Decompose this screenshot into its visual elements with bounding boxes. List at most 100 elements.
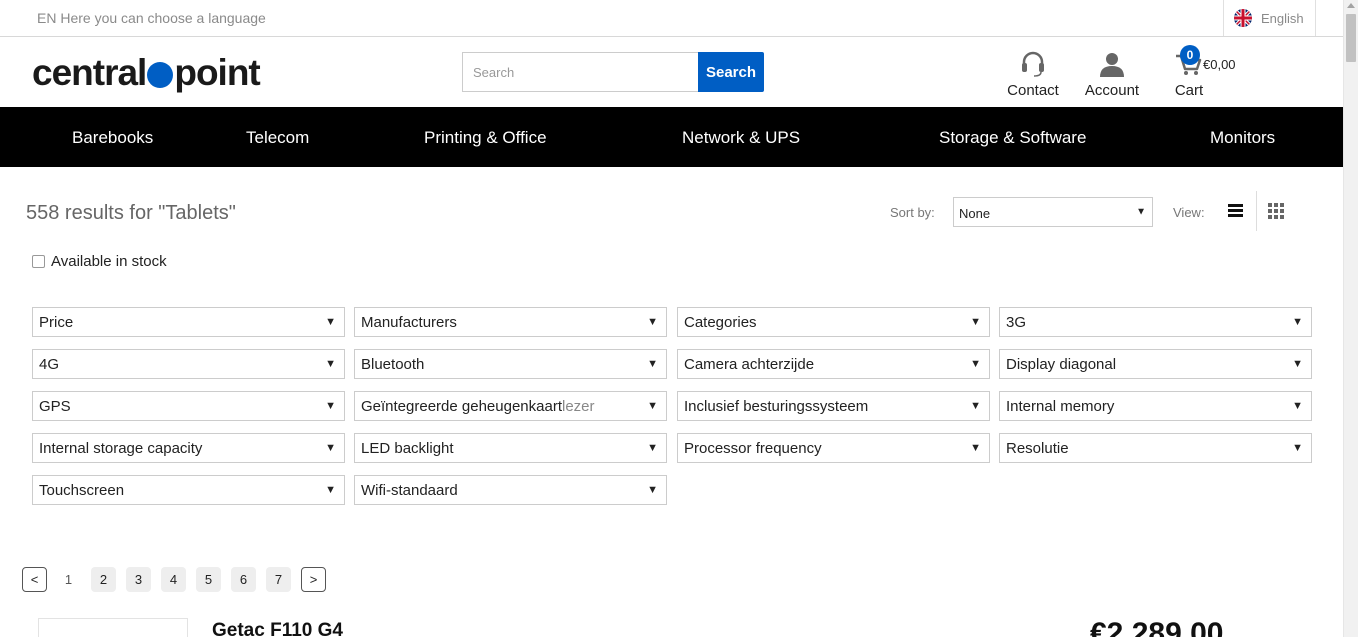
filter-geheugenkaartlezer[interactable]: Geïntegreerde geheugenkaartlezer ▼ xyxy=(354,391,667,421)
results-title: 558 results for "Tablets" xyxy=(26,202,236,224)
pagination-page[interactable]: 4 xyxy=(161,567,186,592)
filter-camera-achterzijde[interactable]: Camera achterzijde ▼ xyxy=(677,349,990,379)
pagination-page[interactable]: 5 xyxy=(196,567,221,592)
contact-link[interactable]: Contact xyxy=(1005,50,1061,99)
nav-item-monitors[interactable]: Monitors xyxy=(1210,128,1275,148)
grid-view-icon[interactable] xyxy=(1268,203,1284,219)
sort-select[interactable]: None ▼ xyxy=(953,197,1153,227)
chevron-down-icon: ▼ xyxy=(970,358,981,370)
nav-item-network-ups[interactable]: Network & UPS xyxy=(682,128,800,148)
filter-touchscreen[interactable]: Touchscreen ▼ xyxy=(32,475,345,505)
main-nav: Barebooks Telecom Printing & Office Netw… xyxy=(0,107,1343,167)
account-label: Account xyxy=(1084,82,1140,99)
chevron-down-icon: ▼ xyxy=(1292,400,1303,412)
filter-label: Resolutie xyxy=(1006,440,1069,457)
nav-item-storage-software[interactable]: Storage & Software xyxy=(939,128,1086,148)
chevron-down-icon: ▼ xyxy=(325,484,336,496)
filter-3g[interactable]: 3G ▼ xyxy=(999,307,1312,337)
filter-label: 4G xyxy=(39,356,60,373)
product-image[interactable] xyxy=(38,618,188,637)
available-in-stock-filter[interactable]: Available in stock xyxy=(32,253,167,270)
filter-label-faded: lezer xyxy=(561,398,595,415)
filter-inclusief-besturingssysteem[interactable]: Inclusief besturingssysteem ▼ xyxy=(677,391,990,421)
filter-price[interactable]: Price ▼ xyxy=(32,307,345,337)
search-button[interactable]: Search xyxy=(698,52,764,92)
page: EN Here you can choose a language Englis… xyxy=(0,0,1343,637)
filter-label: Manufacturers xyxy=(361,314,457,331)
filter-manufacturers[interactable]: Manufacturers ▼ xyxy=(354,307,667,337)
language-prompt: EN Here you can choose a language xyxy=(37,10,266,26)
pagination-page[interactable]: 7 xyxy=(266,567,291,592)
chevron-down-icon: ▼ xyxy=(970,400,981,412)
logo-text-left: central xyxy=(32,52,147,93)
filter-display-diagonal[interactable]: Display diagonal ▼ xyxy=(999,349,1312,379)
filter-label: LED backlight xyxy=(361,440,454,457)
chevron-down-icon: ▼ xyxy=(647,358,658,370)
chevron-down-icon: ▼ xyxy=(1292,358,1303,370)
view-label: View: xyxy=(1173,205,1205,220)
filter-led-backlight[interactable]: LED backlight ▼ xyxy=(354,433,667,463)
filter-label: Camera achterzijde xyxy=(684,356,815,373)
chevron-down-icon: ▼ xyxy=(325,442,336,454)
filter-resolutie[interactable]: Resolutie ▼ xyxy=(999,433,1312,463)
filter-processor-frequency[interactable]: Processor frequency ▼ xyxy=(677,433,990,463)
chevron-down-icon: ▼ xyxy=(1292,316,1303,328)
chevron-down-icon: ▼ xyxy=(1292,442,1303,454)
user-icon xyxy=(1100,53,1124,77)
filter-wifi-standaard[interactable]: Wifi-standaard ▼ xyxy=(354,475,667,505)
chevron-down-icon: ▼ xyxy=(325,400,336,412)
pagination-page[interactable]: 6 xyxy=(231,567,256,592)
list-view-icon[interactable] xyxy=(1228,203,1243,218)
stock-checkbox[interactable] xyxy=(32,255,45,268)
chevron-down-icon: ▼ xyxy=(970,316,981,328)
stock-label: Available in stock xyxy=(51,253,167,270)
logo-text-right: point xyxy=(174,52,260,93)
filter-label: 3G xyxy=(1006,314,1027,331)
filter-label: Display diagonal xyxy=(1006,356,1117,373)
scrollbar-thumb[interactable] xyxy=(1346,14,1356,62)
vertical-scrollbar[interactable] xyxy=(1343,0,1358,637)
chevron-down-icon: ▼ xyxy=(325,358,336,370)
cart-count-badge: 0 xyxy=(1180,45,1200,65)
filter-categories[interactable]: Categories ▼ xyxy=(677,307,990,337)
account-link[interactable]: Account xyxy=(1082,50,1142,99)
logo-dot xyxy=(147,61,174,88)
pagination-page[interactable]: 3 xyxy=(126,567,151,592)
language-selector[interactable]: English xyxy=(1223,0,1316,36)
headset-icon xyxy=(1022,51,1044,77)
filter-label: Geïntegreerde geheugenkaart xyxy=(361,398,562,415)
nav-item-barebooks[interactable]: Barebooks xyxy=(72,128,153,148)
language-bar: EN Here you can choose a language Englis… xyxy=(0,0,1343,37)
sort-value: None xyxy=(959,206,991,221)
filter-label: Internal memory xyxy=(1006,398,1115,415)
view-divider xyxy=(1256,191,1257,231)
filter-label: GPS xyxy=(39,398,71,415)
filter-bluetooth[interactable]: Bluetooth ▼ xyxy=(354,349,667,379)
filter-label: Categories xyxy=(684,314,757,331)
chevron-down-icon: ▼ xyxy=(647,484,658,496)
filter-gps[interactable]: GPS ▼ xyxy=(32,391,345,421)
pagination-page-current: 1 xyxy=(64,572,73,587)
pagination-next[interactable]: > xyxy=(301,567,326,592)
nav-item-telecom[interactable]: Telecom xyxy=(246,128,309,148)
cart-label: Cart xyxy=(1174,82,1204,99)
filter-label: Wifi-standaard xyxy=(361,482,458,499)
chevron-down-icon: ▼ xyxy=(643,400,658,412)
pagination-page[interactable]: 2 xyxy=(91,567,116,592)
filter-label: Processor frequency xyxy=(684,440,822,457)
filter-4g[interactable]: 4G ▼ xyxy=(32,349,345,379)
chevron-down-icon: ▼ xyxy=(970,442,981,454)
uk-flag-icon xyxy=(1234,9,1252,27)
pagination-prev[interactable]: < xyxy=(22,567,47,592)
sort-label: Sort by: xyxy=(890,205,935,220)
product-name[interactable]: Getac F110 G4 xyxy=(212,620,343,637)
nav-item-printing-office[interactable]: Printing & Office xyxy=(424,128,547,148)
chevron-down-icon: ▼ xyxy=(647,442,658,454)
logo[interactable]: central point xyxy=(32,52,261,93)
filter-label: Bluetooth xyxy=(361,356,425,373)
search-input[interactable] xyxy=(462,52,699,92)
scroll-up-icon[interactable] xyxy=(1347,3,1355,8)
filter-internal-storage-capacity[interactable]: Internal storage capacity ▼ xyxy=(32,433,345,463)
filter-internal-memory[interactable]: Internal memory ▼ xyxy=(999,391,1312,421)
filter-label: Inclusief besturingssysteem xyxy=(684,398,869,415)
